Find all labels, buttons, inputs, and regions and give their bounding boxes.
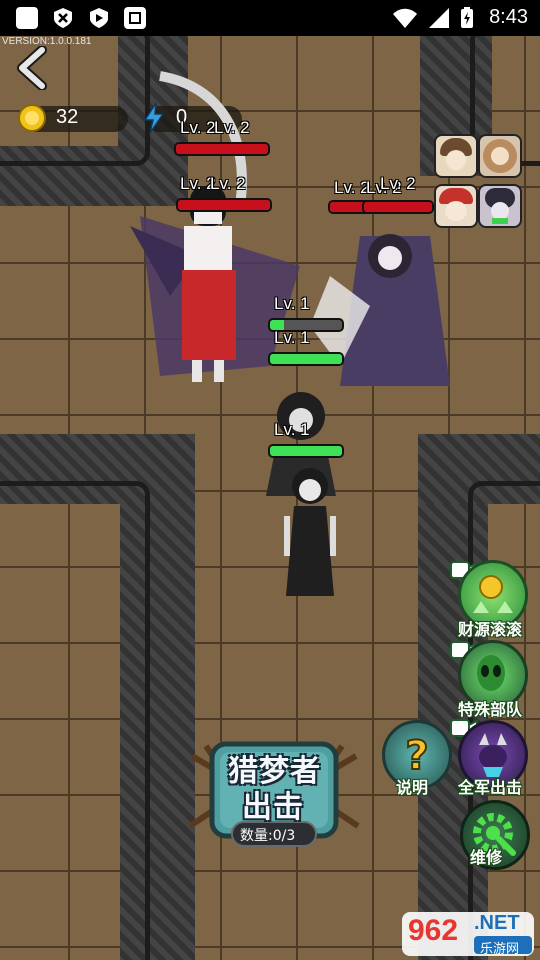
enemy-level-label: Lv. 2 [214, 118, 250, 137]
hunter-count: 数量:0/3 [240, 828, 296, 844]
game-view[interactable]: VERSION:1.0.0.181 32 0 Lv. 2 Lv. 2 Lv. 2… [0, 36, 540, 960]
watermark-suffix: .NET [474, 912, 520, 934]
enemy-hp-bar [362, 200, 434, 214]
clock: 8:43 [489, 6, 528, 28]
chevron-left-icon [17, 45, 47, 91]
coin-count: 32 [56, 106, 79, 128]
enemy-hp-bar [176, 198, 272, 212]
wifi-icon [393, 8, 417, 28]
enemy-level-label: Lv. 2 [334, 178, 370, 197]
square-app-icon [124, 7, 146, 29]
watermark-number: 962 [408, 914, 459, 947]
dark-haired-ally-hunter [284, 468, 336, 596]
enemy-level-label: Lv. 2 [180, 118, 216, 137]
ally-hp-bar [268, 352, 344, 366]
ally-level-label: Lv. 1 [274, 420, 310, 439]
site-watermark: 962 .NET 乐游网 [400, 908, 536, 960]
all-attack-label: 全军出击 [458, 778, 523, 797]
svg-text:?: ? [405, 733, 428, 779]
close-badge-icon [52, 7, 74, 29]
enemy-level-label: Lv. 2 [380, 174, 416, 193]
wall-border [0, 481, 150, 960]
info-label: 说明 [396, 778, 429, 797]
enemy-level-label: Lv. 2 [210, 174, 246, 193]
watermark-site: 乐游网 [480, 942, 520, 957]
red-skirt-ghost-girl-enemy [182, 186, 236, 382]
ally-level-label: Lv. 1 [274, 294, 310, 313]
ally-hp-bar [268, 444, 344, 458]
enemy-hp-bar [174, 142, 270, 156]
special-forces-label: 特殊部队 [458, 700, 523, 719]
ally-level-label: Lv. 1 [274, 328, 310, 347]
wealth-label: 财源滚滚 [458, 620, 523, 639]
status-bar: 8:43 [0, 0, 540, 36]
battery-charging-icon [461, 7, 473, 28]
brown-hair-girl-portrait[interactable] [434, 134, 478, 178]
app-notification-icon [16, 7, 38, 29]
dark-horned-portrait[interactable] [478, 184, 522, 228]
launch-title-line2: 出击 [242, 790, 304, 825]
launch-hunters-button[interactable]: 猎梦者 出击 数量:0/3 [186, 736, 362, 856]
signal-icon [429, 8, 449, 28]
back-button[interactable] [12, 45, 56, 91]
shield-icon [88, 7, 110, 29]
coin-icon [18, 104, 46, 132]
chained-demon-enemy [310, 234, 450, 386]
repair-label: 维修 [470, 848, 503, 867]
wall-border [468, 481, 540, 960]
lion-mane-portrait[interactable] [478, 134, 522, 178]
